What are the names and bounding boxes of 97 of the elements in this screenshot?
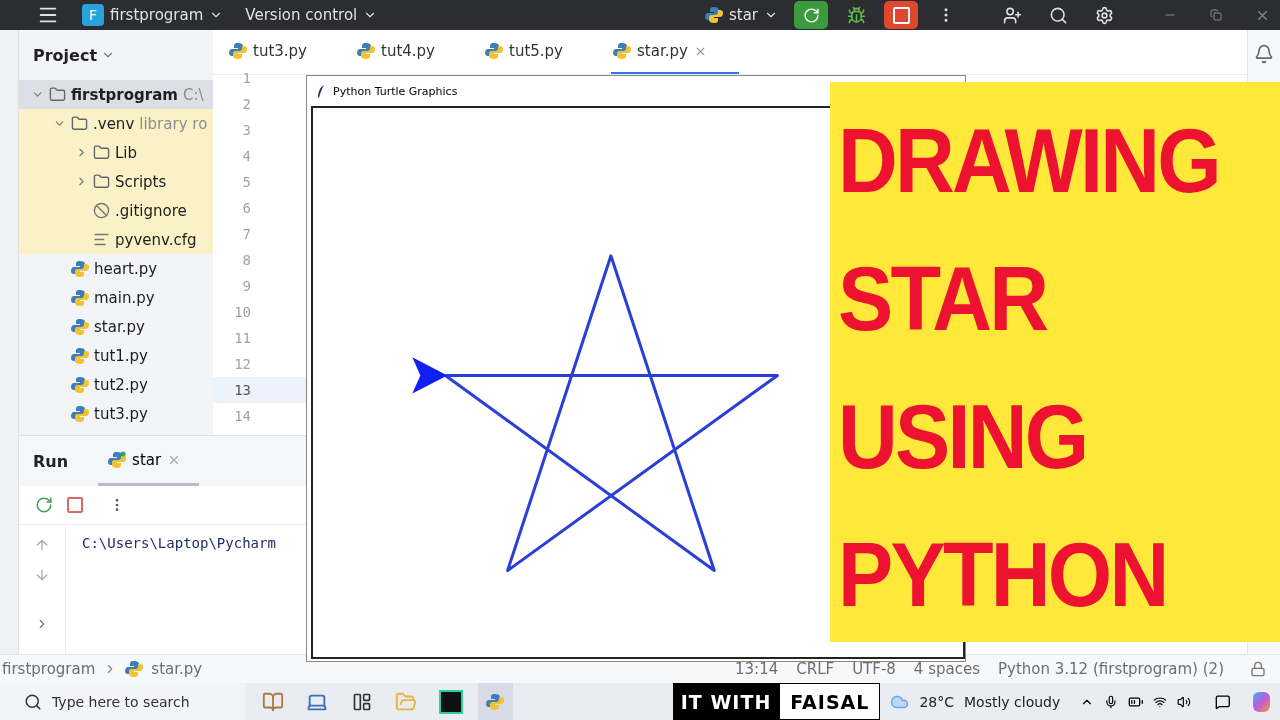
status-item[interactable]: CRLF — [796, 660, 835, 678]
tree-item-label: pyvenv.cfg — [115, 230, 197, 249]
banner-text: PYTHON — [838, 524, 1167, 627]
tree-item[interactable]: main.py — [19, 283, 213, 312]
editor-tab[interactable]: tut4.py — [355, 30, 483, 74]
python-icon — [229, 42, 247, 60]
tree-item-label: Lib — [115, 143, 138, 162]
line-number: 13 — [233, 382, 251, 398]
notification-bell-icon[interactable] — [1254, 44, 1274, 64]
python-icon — [613, 42, 631, 60]
python-icon — [125, 660, 144, 678]
tree-item-hint: library ro — [139, 114, 208, 133]
project-initial: F — [82, 4, 104, 26]
tree-item-label: tut2.py — [94, 375, 148, 394]
panel-title: Run — [33, 451, 69, 471]
tree-item-hint: C:\ — [182, 85, 204, 104]
microphone-icon[interactable] — [1104, 693, 1118, 710]
line-number: 8 — [241, 252, 251, 268]
ignore-file-icon — [93, 202, 110, 219]
line-number: 14 — [233, 408, 251, 424]
tree-item[interactable]: tut1.py — [19, 341, 213, 370]
line-number: 6 — [241, 200, 251, 216]
text-file-icon — [93, 231, 110, 248]
banner-text: USING — [838, 386, 1087, 489]
version-control-menu[interactable]: Version control — [239, 0, 384, 30]
rerun-icon[interactable] — [35, 496, 53, 514]
temperature[interactable]: 28°C — [919, 693, 954, 710]
window-title: Python Turtle Graphics — [333, 84, 458, 98]
line-number: 2 — [241, 96, 251, 112]
channel-text: FAISAL — [779, 683, 881, 720]
line-number: 9 — [241, 278, 251, 294]
python-icon — [108, 450, 127, 469]
console-output: C:\Users\Laptop\Pycharm — [82, 535, 276, 553]
python-icon — [71, 404, 89, 423]
line-number: 12 — [233, 356, 251, 372]
python-icon — [71, 288, 89, 307]
python-icon — [71, 375, 89, 394]
python-app-icon[interactable] — [478, 683, 513, 720]
tree-item[interactable]: Scripts — [19, 167, 213, 196]
stop-button[interactable] — [884, 1, 918, 29]
folder-icon — [93, 144, 110, 161]
run-tab[interactable]: star — [98, 436, 200, 486]
status-item[interactable]: UTF-8 — [852, 660, 896, 678]
copilot-icon[interactable] — [1252, 691, 1270, 712]
python-icon — [357, 42, 375, 60]
tree-item[interactable]: heart.py — [19, 254, 213, 283]
search-icon — [24, 692, 42, 711]
status-item[interactable]: 13:14 — [735, 660, 779, 678]
editor-tab[interactable]: tut5.py — [483, 30, 611, 74]
folder-icon — [71, 115, 88, 132]
python-icon — [71, 346, 89, 365]
line-number: 10 — [233, 304, 251, 320]
line-number: 11 — [233, 330, 251, 346]
tree-item-label: firstprogram — [71, 85, 178, 104]
rerun-button[interactable] — [794, 1, 828, 29]
stop-icon[interactable] — [67, 497, 83, 513]
panel-title: Project — [33, 45, 98, 65]
python-icon — [486, 692, 505, 711]
breadcrumb[interactable]: firstprogram — [2, 660, 96, 678]
status-item[interactable]: Python 3.12 (firstprogram) (2) — [998, 660, 1224, 678]
tree-item-label: tut1.py — [94, 346, 148, 365]
line-number: 7 — [241, 226, 251, 242]
tree-item[interactable]: pyvenv.cfg — [19, 225, 213, 254]
line-number: 5 — [241, 174, 251, 190]
tree-item[interactable]: firstprogram C:\ — [19, 80, 213, 109]
run-configuration[interactable]: star — [698, 0, 784, 30]
lock-icon[interactable] — [1250, 661, 1266, 677]
tree-item-label: star.py — [94, 317, 145, 336]
tree-item[interactable]: tut3.py — [19, 399, 213, 428]
taskbar-search-field[interactable]: Type here to search — [0, 683, 246, 720]
line-number: 3 — [241, 122, 251, 138]
tree-item-label: .gitignore — [115, 201, 187, 220]
tree-item-label: Scripts — [115, 172, 167, 191]
line-number: 4 — [241, 148, 251, 164]
python-icon — [71, 259, 89, 278]
channel-text: IT WITH — [672, 683, 780, 720]
tree-item-label: heart.py — [94, 259, 158, 278]
banner-text: STAR — [838, 248, 1047, 351]
folder-icon — [93, 173, 110, 190]
tree-item[interactable]: Lib — [19, 138, 213, 167]
tree-item[interactable]: star.py — [19, 312, 213, 341]
status-item[interactable]: 4 spaces — [913, 660, 980, 678]
tree-item-label: tut3.py — [94, 404, 148, 423]
feather-icon — [317, 84, 325, 98]
rerun-icon — [802, 6, 820, 24]
weather-text[interactable]: Mostly cloudy — [964, 693, 1061, 710]
banner-text: DRAWING — [838, 110, 1219, 213]
breadcrumb[interactable]: star.py — [151, 660, 203, 678]
tree-item-label: .venv — [93, 114, 135, 133]
python-icon — [485, 42, 503, 60]
project-switcher[interactable]: F firstprogram — [76, 0, 230, 30]
python-icon — [704, 6, 723, 24]
python-icon — [71, 317, 89, 336]
tree-item-label: main.py — [94, 288, 155, 307]
folder-icon — [49, 86, 66, 103]
tree-item[interactable]: tut2.py — [19, 370, 213, 399]
tree-item[interactable]: .gitignore — [19, 196, 213, 225]
